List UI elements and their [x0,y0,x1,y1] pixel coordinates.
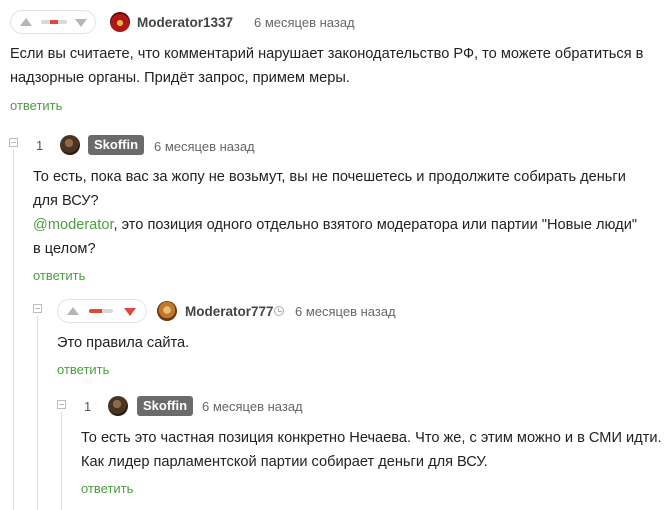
collapse-thread-button[interactable] [57,400,66,409]
thread-line [61,412,62,510]
vote-ratio-bar [41,20,67,24]
author-badge[interactable]: Skoffin [137,396,194,416]
timestamp[interactable]: 6 месяцев назад [202,399,303,414]
reply-link[interactable]: ответить [81,481,133,496]
vote-ratio-bar [89,309,113,313]
upvote-icon[interactable] [67,307,79,315]
vote-control [57,299,147,323]
avatar[interactable] [60,135,80,155]
reply-link[interactable]: ответить [10,98,62,113]
comment-line: Как лидер парламентской партии собирает … [81,454,488,470]
comment-line: Если вы считаете, что комментарий наруша… [10,46,644,62]
author-badge[interactable]: Skoffin [88,135,145,155]
comment-text: Если вы считаете, что комментарий наруша… [10,42,643,90]
username[interactable]: Moderator1337 [137,15,233,30]
vote-control [10,10,96,34]
username[interactable]: Moderator777 [185,304,274,319]
avatar[interactable] [108,396,128,416]
thread-line [13,150,14,510]
comment-line: надзорные органы. Придёт запрос, примем … [10,70,350,86]
reply-link[interactable]: ответить [33,268,85,283]
avatar[interactable] [157,301,177,321]
comment-text: То есть, пока вас за жопу не возьмут, вы… [33,165,637,261]
downvote-icon[interactable] [124,308,136,316]
downvote-icon[interactable] [75,19,87,27]
collapse-thread-button[interactable] [33,304,42,313]
timestamp[interactable]: 6 месяцев назад [295,304,396,319]
upvote-icon[interactable] [20,18,32,26]
comment-line: для ВСУ? [33,193,99,209]
comment-line-rest: , это позиция одного отдельно взятого мо… [113,217,638,233]
comment-text: То есть это частная позиция конкретно Не… [81,426,662,474]
comment-line: То есть это частная позиция конкретно Не… [81,430,662,446]
comment-line: @moderator, это позиция одного отдельно … [33,213,637,237]
timestamp[interactable]: 6 месяцев назад [254,15,355,30]
collapse-thread-button[interactable] [9,138,18,147]
timestamp[interactable]: 6 месяцев назад [154,139,255,154]
comment-rating: 1 [84,399,92,414]
user-mention-link[interactable]: @moderator [33,217,114,233]
comment-line: То есть, пока вас за жопу не возьмут, вы… [33,169,626,185]
reply-link[interactable]: ответить [57,362,109,377]
comment-line: Это правила сайта. [57,335,190,351]
comment-text: Это правила сайта. [57,331,189,355]
avatar[interactable] [110,12,130,32]
thread-line [37,316,38,510]
comment-rating: 1 [36,138,44,153]
clock-icon [274,306,284,316]
comment-line: в целом? [33,241,96,257]
